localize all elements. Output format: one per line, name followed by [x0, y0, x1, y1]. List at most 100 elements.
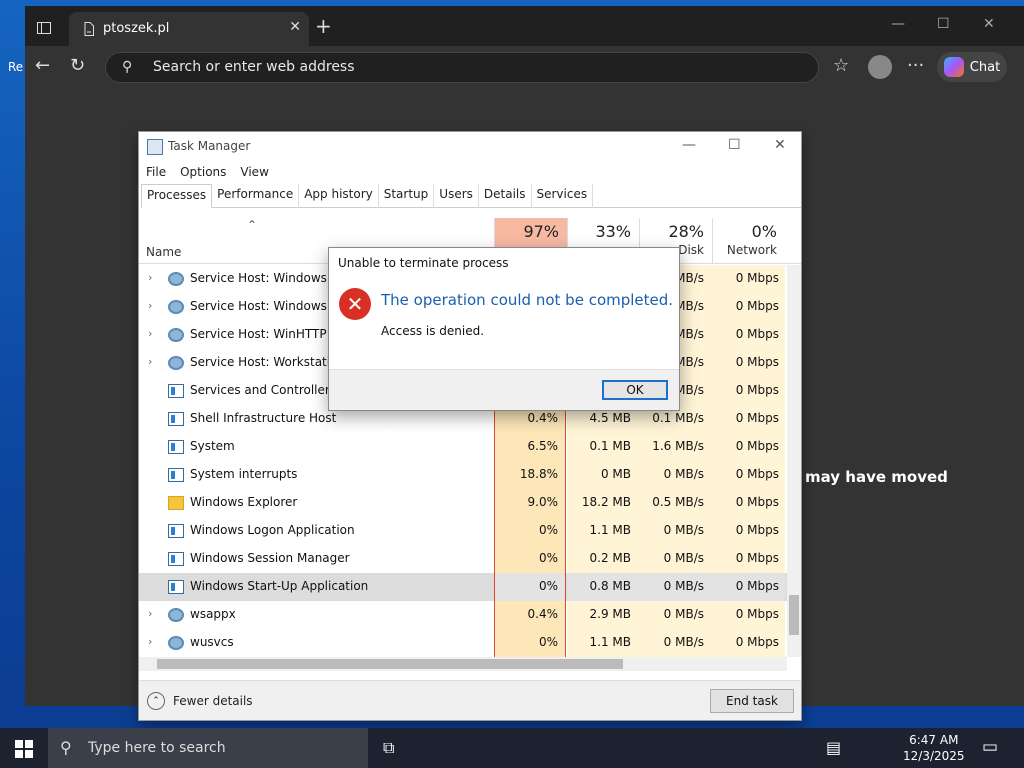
- cpu-cell: 0%: [494, 629, 566, 657]
- scroll-thumb[interactable]: [157, 659, 623, 669]
- expand-chevron-icon[interactable]: ›: [148, 271, 152, 284]
- gear-icon: [168, 636, 184, 650]
- network-cell: 0 Mbps: [712, 461, 785, 489]
- dialog-footer: OK: [329, 369, 679, 410]
- ok-button[interactable]: OK: [602, 380, 668, 400]
- process-name: Windows Explorer: [190, 495, 298, 509]
- table-row[interactable]: Windows Start-Up Application 0% 0.8 MB 0 MB…: [139, 573, 787, 601]
- network-label: Network: [726, 243, 777, 257]
- search-icon: ⚲: [122, 59, 133, 75]
- column-name[interactable]: Name: [146, 245, 181, 259]
- address-placeholder: Search or enter web address: [153, 59, 355, 75]
- horizontal-scrollbar[interactable]: [139, 657, 787, 671]
- minimize-icon[interactable]: —: [891, 16, 905, 32]
- gear-icon: [168, 608, 184, 622]
- network-cell: 0 Mbps: [712, 349, 785, 377]
- menu-view[interactable]: View: [240, 165, 268, 179]
- disk-cell: 0 MB/s: [639, 629, 712, 657]
- tab-services[interactable]: Services: [532, 184, 594, 208]
- browser-tab[interactable]: ptoszek.pl ✕: [69, 12, 309, 46]
- tab-actions-icon[interactable]: [29, 14, 59, 42]
- window-icon: [168, 384, 184, 398]
- system-clock[interactable]: 6:47 AM 12/3/2025: [903, 732, 965, 764]
- menu-file[interactable]: File: [146, 165, 166, 179]
- process-name: Service Host: Windows Up: [190, 299, 348, 313]
- desktop-icon-label[interactable]: Re: [8, 60, 23, 74]
- expand-chevron-icon[interactable]: ›: [148, 355, 152, 368]
- memory-cell: 0.2 MB: [567, 545, 639, 573]
- tab-details[interactable]: Details: [479, 184, 532, 208]
- process-name: wusvcs: [190, 635, 234, 649]
- table-row[interactable]: System interrupts 18.8% 0 MB 0 MB/s 0 Mbps: [139, 461, 787, 489]
- scroll-thumb[interactable]: [789, 595, 799, 635]
- tab-users[interactable]: Users: [434, 184, 479, 208]
- expand-chevron-icon[interactable]: ›: [148, 327, 152, 340]
- window-title: Task Manager: [168, 139, 251, 153]
- process-name: Windows Session Manager: [190, 551, 350, 565]
- process-name: Windows Logon Application: [190, 523, 355, 537]
- expand-chevron-icon[interactable]: ›: [148, 607, 152, 620]
- table-row[interactable]: › wsappx 0.4% 2.9 MB 0 MB/s 0 Mbps: [139, 601, 787, 629]
- window-icon: [168, 524, 184, 538]
- refresh-icon[interactable]: ↻: [70, 56, 85, 76]
- cpu-cell: 9.0%: [494, 489, 566, 517]
- address-bar[interactable]: ⚲ Search or enter web address: [105, 52, 819, 83]
- profile-avatar[interactable]: [868, 55, 892, 79]
- network-cell: 0 Mbps: [712, 601, 785, 629]
- menu-options[interactable]: Options: [180, 165, 226, 179]
- network-cell: 0 Mbps: [712, 573, 785, 601]
- memory-percent: 33%: [595, 222, 631, 241]
- tab-performance[interactable]: Performance: [212, 184, 300, 208]
- close-icon[interactable]: ✕: [774, 137, 786, 153]
- expand-chevron-icon[interactable]: ›: [148, 299, 152, 312]
- window-icon: [168, 468, 184, 482]
- column-network[interactable]: 0% Network: [712, 218, 785, 264]
- gear-icon: [168, 300, 184, 314]
- start-button[interactable]: [15, 740, 33, 758]
- new-tab-button[interactable]: +: [315, 16, 332, 36]
- news-widget-icon[interactable]: ▤: [826, 738, 841, 757]
- fewer-details-label: Fewer details: [173, 694, 253, 708]
- task-manager-titlebar[interactable]: Task Manager — ☐ ✕: [139, 132, 801, 162]
- maximize-icon[interactable]: ☐: [728, 137, 741, 153]
- table-row[interactable]: Windows Explorer 9.0% 18.2 MB 0.5 MB/s 0 Mbp…: [139, 489, 787, 517]
- back-icon[interactable]: ←: [35, 56, 50, 76]
- favorites-icon[interactable]: ☆: [833, 56, 849, 76]
- expand-chevron-icon[interactable]: ›: [148, 635, 152, 648]
- more-options-icon[interactable]: ···: [907, 56, 924, 76]
- network-cell: 0 Mbps: [712, 545, 785, 573]
- end-task-button[interactable]: End task: [710, 689, 794, 713]
- vertical-scrollbar[interactable]: [787, 265, 801, 657]
- tab-processes[interactable]: Processes: [141, 184, 213, 208]
- memory-cell: 1.1 MB: [567, 629, 639, 657]
- table-row[interactable]: Windows Logon Application 0% 1.1 MB 0 MB/s 0…: [139, 517, 787, 545]
- taskbar-search[interactable]: ⚲ Type here to search: [48, 728, 368, 768]
- memory-cell: 18.2 MB: [567, 489, 639, 517]
- cpu-percent: 97%: [523, 222, 559, 241]
- tab-close-icon[interactable]: ✕: [289, 19, 301, 35]
- network-cell: 0 Mbps: [712, 433, 785, 461]
- error-icon: ✕: [339, 288, 371, 320]
- cpu-cell: 18.8%: [494, 461, 566, 489]
- close-icon[interactable]: ✕: [983, 16, 995, 32]
- tab-app-history[interactable]: App history: [299, 184, 379, 208]
- maximize-icon[interactable]: ☐: [937, 16, 950, 32]
- network-percent: 0%: [751, 222, 777, 241]
- table-row[interactable]: System 6.5% 0.1 MB 1.6 MB/s 0 Mbps: [139, 433, 787, 461]
- fewer-details-button[interactable]: ⌃ Fewer details: [147, 692, 253, 710]
- dialog-title: Unable to terminate process: [338, 256, 509, 270]
- task-view-icon[interactable]: ⧉: [383, 738, 394, 758]
- error-dialog: Unable to terminate process ✕ The operat…: [328, 247, 680, 411]
- copilot-chat-button[interactable]: Chat: [937, 52, 1007, 82]
- network-cell: 0 Mbps: [712, 517, 785, 545]
- table-row[interactable]: Windows Session Manager 0% 0.2 MB 0 MB/s 0 M…: [139, 545, 787, 573]
- dialog-detail: Access is denied.: [381, 324, 485, 338]
- notifications-icon[interactable]: ▭: [982, 737, 998, 757]
- cpu-cell: 0%: [494, 545, 566, 573]
- window-icon: [168, 580, 184, 594]
- minimize-icon[interactable]: —: [682, 137, 696, 153]
- dialog-message: The operation could not be completed.: [381, 291, 674, 309]
- table-row[interactable]: › wusvcs 0% 1.1 MB 0 MB/s 0 Mbps: [139, 629, 787, 657]
- process-name: System interrupts: [190, 467, 298, 481]
- tab-startup[interactable]: Startup: [379, 184, 435, 208]
